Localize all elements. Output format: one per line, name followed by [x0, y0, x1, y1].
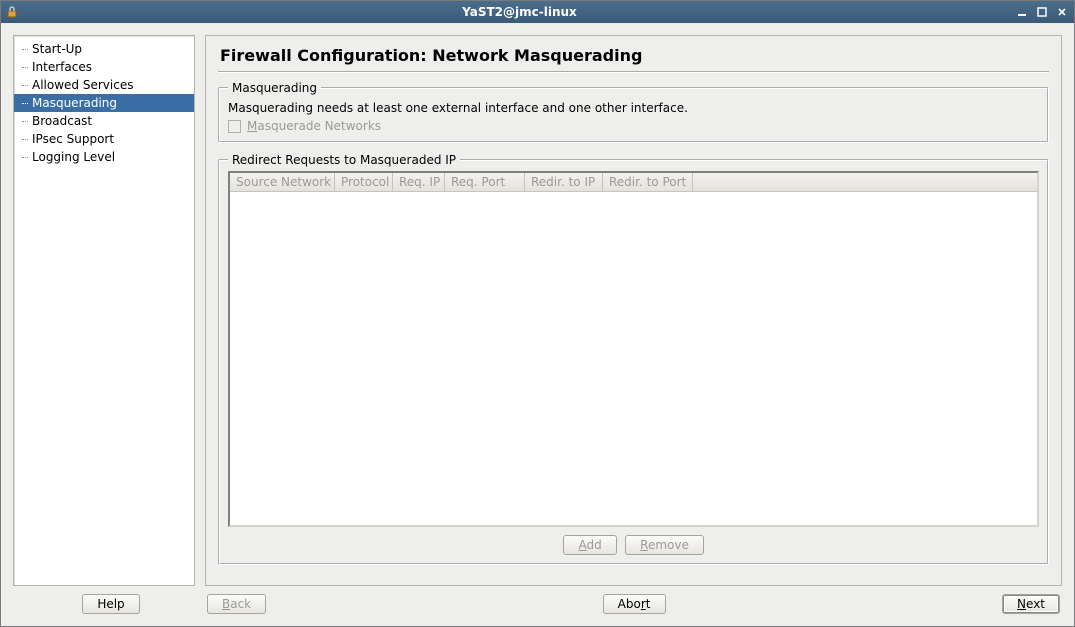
masquerading-legend: Masquerading	[228, 81, 321, 95]
back-button: Back	[207, 594, 266, 614]
redirect-table[interactable]: Source Network Protocol Req. IP Req. Por…	[228, 171, 1039, 527]
nav-tree[interactable]: Start-Up Interfaces Allowed Services Mas…	[13, 35, 195, 586]
sidebar-item-label: IPsec Support	[32, 132, 114, 146]
abort-button[interactable]: Abort	[603, 594, 666, 614]
sidebar-item-logging-level[interactable]: Logging Level	[14, 148, 194, 166]
sidebar-item-interfaces[interactable]: Interfaces	[14, 58, 194, 76]
page-title: Firewall Configuration: Network Masquera…	[218, 44, 1049, 71]
col-spacer	[693, 173, 1037, 191]
sidebar-item-label: Logging Level	[32, 150, 115, 164]
sidebar-item-label: Interfaces	[32, 60, 92, 74]
window-title: YaST2@jmc-linux	[25, 5, 1014, 19]
sidebar-item-label: Allowed Services	[32, 78, 133, 92]
close-icon[interactable]	[1054, 5, 1070, 19]
col-req-ip[interactable]: Req. IP	[393, 173, 445, 191]
masquerading-info: Masquerading needs at least one external…	[228, 99, 1039, 119]
client-area: Start-Up Interfaces Allowed Services Mas…	[1, 23, 1074, 626]
col-protocol[interactable]: Protocol	[335, 173, 393, 191]
table-body-empty	[230, 192, 1037, 525]
col-redir-to-port[interactable]: Redir. to Port	[603, 173, 693, 191]
table-header-row: Source Network Protocol Req. IP Req. Por…	[230, 173, 1037, 192]
minimize-icon[interactable]	[1014, 5, 1030, 19]
maximize-icon[interactable]	[1034, 5, 1050, 19]
sidebar-item-ipsec-support[interactable]: IPsec Support	[14, 130, 194, 148]
col-source-network[interactable]: Source Network	[230, 173, 335, 191]
sidebar-item-allowed-services[interactable]: Allowed Services	[14, 76, 194, 94]
sidebar-item-label: Masquerading	[32, 96, 117, 110]
sidebar-item-masquerading[interactable]: Masquerading	[14, 94, 194, 112]
sidebar-item-broadcast[interactable]: Broadcast	[14, 112, 194, 130]
masquerade-networks-checkbox: Masquerade Networks	[228, 119, 1039, 133]
masquerade-networks-label: Masquerade Networks	[247, 119, 381, 133]
add-button: Add	[563, 535, 617, 555]
masquerading-group: Masquerading Masquerading needs at least…	[218, 81, 1049, 143]
redirect-group: Redirect Requests to Masqueraded IP Sour…	[218, 153, 1049, 565]
help-button[interactable]: Help	[82, 594, 139, 614]
sidebar-item-label: Start-Up	[32, 42, 82, 56]
sidebar-item-startup[interactable]: Start-Up	[14, 40, 194, 58]
wizard-footer: Help Back Abort Next	[13, 594, 1062, 614]
checkbox-icon	[228, 120, 241, 133]
app-window: YaST2@jmc-linux Start-Up Interfaces Allo…	[0, 0, 1075, 627]
sidebar-item-label: Broadcast	[32, 114, 92, 128]
col-req-port[interactable]: Req. Port	[445, 173, 525, 191]
redirect-legend: Redirect Requests to Masqueraded IP	[228, 153, 460, 167]
app-lock-icon	[5, 5, 19, 19]
titlebar[interactable]: YaST2@jmc-linux	[1, 1, 1074, 23]
detail-panel: Firewall Configuration: Network Masquera…	[205, 35, 1062, 586]
next-button[interactable]: Next	[1002, 594, 1060, 614]
col-redir-to-ip[interactable]: Redir. to IP	[525, 173, 603, 191]
remove-button: Remove	[625, 535, 704, 555]
separator	[218, 71, 1049, 73]
